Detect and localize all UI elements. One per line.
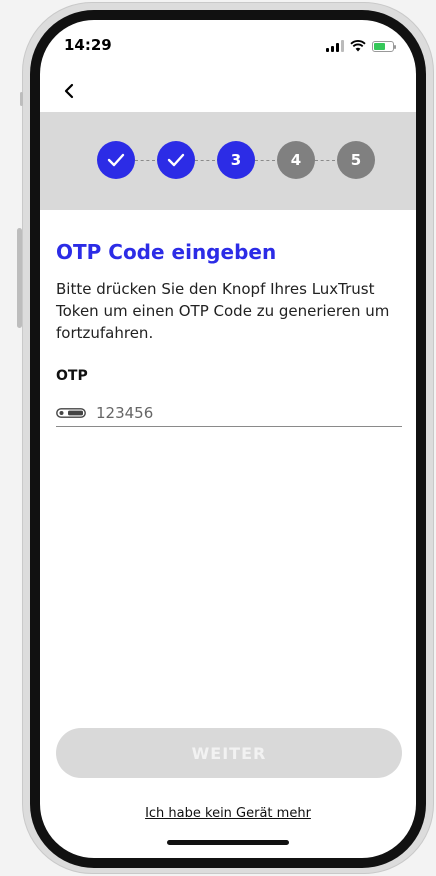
back-button[interactable] bbox=[54, 76, 84, 106]
no-device-link[interactable]: Ich habe kein Gerät mehr bbox=[40, 806, 416, 821]
battery-icon bbox=[372, 41, 396, 52]
otp-field[interactable] bbox=[56, 400, 402, 427]
stepper: 3 4 5 bbox=[40, 112, 416, 210]
status-icons bbox=[326, 40, 396, 52]
token-icon bbox=[56, 408, 86, 418]
step-connector bbox=[135, 160, 155, 161]
step-connector bbox=[255, 160, 275, 161]
step-5: 5 bbox=[337, 141, 375, 179]
side-button bbox=[17, 228, 22, 328]
continue-button[interactable]: WEITER bbox=[56, 728, 402, 778]
status-time: 14:29 bbox=[64, 36, 112, 54]
instruction-text: Bitte drücken Sie den Knopf Ihres LuxTru… bbox=[56, 280, 390, 342]
check-icon bbox=[167, 153, 185, 167]
step-connector bbox=[315, 160, 335, 161]
step-number: 5 bbox=[350, 151, 362, 169]
chevron-left-icon bbox=[64, 83, 74, 99]
step-number: 3 bbox=[230, 151, 242, 169]
step-2-completed bbox=[157, 141, 195, 179]
step-number: 4 bbox=[290, 151, 302, 169]
step-4: 4 bbox=[277, 141, 315, 179]
wifi-icon bbox=[350, 40, 366, 52]
step-1-completed bbox=[97, 141, 135, 179]
page-title: OTP Code eingeben bbox=[56, 240, 277, 264]
otp-input[interactable] bbox=[96, 404, 386, 422]
signal-icon bbox=[326, 40, 344, 52]
side-button bbox=[20, 92, 23, 106]
status-bar: 14:29 bbox=[40, 20, 416, 72]
screen: 14:29 3 4 5 OTP Code eingeben Bitte drüc… bbox=[40, 20, 416, 858]
home-indicator bbox=[167, 840, 289, 845]
step-3-current: 3 bbox=[217, 141, 255, 179]
check-icon bbox=[107, 153, 125, 167]
step-connector bbox=[195, 160, 215, 161]
otp-label: OTP bbox=[56, 368, 88, 384]
